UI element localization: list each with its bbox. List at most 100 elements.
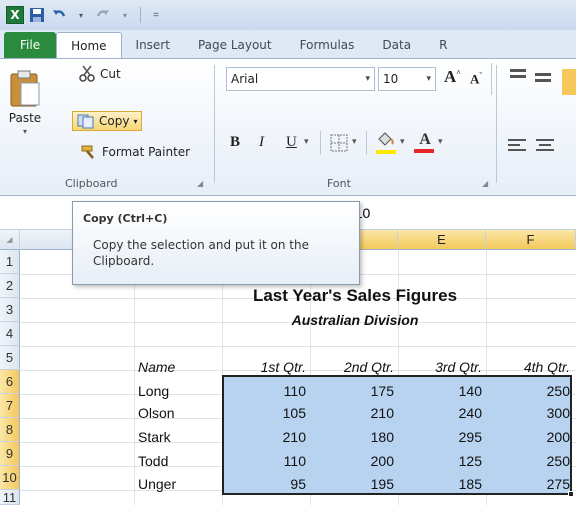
row-header-6[interactable]: 6 (0, 370, 20, 394)
fill-color-dropdown-icon[interactable]: ▾ (400, 137, 405, 147)
cell-value[interactable]: 210 (222, 425, 310, 449)
align-center-icon[interactable] (536, 139, 554, 151)
row-header-4[interactable]: 4 (0, 322, 20, 346)
row-header-8[interactable]: 8 (0, 418, 20, 442)
tab-home[interactable]: Home (56, 32, 122, 58)
cell-name[interactable]: Stark (138, 425, 222, 449)
quick-access-toolbar: X ▾ ▾ = (0, 0, 576, 30)
cut-button[interactable]: Cut (78, 65, 121, 83)
fill-color-button[interactable] (376, 131, 398, 155)
underline-button[interactable]: U (286, 134, 297, 151)
row-header-1[interactable]: 1 (0, 250, 20, 274)
tab-insert[interactable]: Insert (122, 32, 184, 58)
font-size-select[interactable]: 10 ▾ (378, 67, 436, 91)
paste-button[interactable]: Paste ▾ (8, 69, 42, 136)
font-color-dropdown-icon[interactable]: ▾ (438, 137, 443, 147)
formula-input[interactable]: 110 (348, 202, 576, 224)
tab-data[interactable]: Data (368, 32, 425, 58)
row-header-5[interactable]: 5 (0, 346, 20, 370)
copy-dropdown-icon[interactable]: ▾ (133, 117, 137, 126)
column-header-e[interactable]: E (398, 230, 486, 250)
underline-dropdown-icon[interactable]: ▾ (304, 137, 309, 147)
cell-value[interactable]: 200 (310, 449, 398, 473)
tab-page-layout[interactable]: Page Layout (184, 32, 286, 58)
grow-font-button[interactable]: A^ (444, 67, 461, 87)
gridline (20, 346, 576, 347)
select-all-corner[interactable]: ◢ (0, 230, 20, 250)
font-name-select[interactable]: Arial ▾ (226, 67, 375, 91)
cell-value[interactable]: 95 (222, 472, 310, 496)
cell-value[interactable]: 275 (486, 472, 574, 496)
cell-value[interactable]: 300 (486, 401, 574, 425)
sheet-subtitle: Australian Division (291, 312, 419, 328)
cell-value[interactable]: 125 (398, 449, 486, 473)
borders-icon[interactable] (330, 134, 348, 152)
cell-value[interactable]: 295 (398, 425, 486, 449)
cell-value[interactable]: 175 (310, 379, 398, 403)
wrap-text-icon[interactable] (562, 69, 576, 95)
align-top-icon[interactable] (510, 69, 526, 78)
align-middle-icon[interactable] (535, 73, 551, 82)
excel-logo-icon[interactable]: X (6, 6, 24, 24)
sheet-title: Last Year's Sales Figures (252, 286, 458, 305)
font-launcher-icon[interactable]: ◢ (482, 179, 488, 188)
paste-dropdown-icon[interactable]: ▾ (23, 127, 27, 136)
cell-value[interactable]: 105 (222, 401, 310, 425)
row-header-11[interactable]: 11 (0, 490, 20, 505)
cell-value[interactable]: 250 (486, 379, 574, 403)
cell-name[interactable]: Long (138, 379, 222, 403)
row-header-10[interactable]: 10 (0, 466, 20, 490)
cell-value[interactable]: 210 (310, 401, 398, 425)
row-header-7[interactable]: 7 (0, 394, 20, 418)
cell-value[interactable]: 195 (310, 472, 398, 496)
font-name-dropdown-icon[interactable]: ▾ (365, 74, 374, 84)
format-painter-button[interactable]: Format Painter (80, 144, 190, 160)
undo-icon[interactable] (50, 6, 68, 24)
shrink-font-button[interactable]: Aˇ (470, 71, 482, 87)
font-size-dropdown-icon[interactable]: ▾ (426, 74, 435, 84)
clipboard-launcher-icon[interactable]: ◢ (197, 179, 203, 188)
cell-name[interactable]: Todd (138, 449, 222, 473)
tooltip-body: Copy the selection and put it on the Cli… (93, 238, 309, 268)
format-painter-label: Format Painter (102, 145, 191, 159)
cell-value[interactable]: 240 (398, 401, 486, 425)
cell-name[interactable]: Unger (138, 472, 222, 496)
column-header-f[interactable]: F (486, 230, 576, 250)
font-color-button[interactable]: A (414, 131, 436, 155)
header-name[interactable]: Name (138, 355, 222, 379)
toolbar-divider (140, 7, 141, 23)
row-header-2[interactable]: 2 (0, 274, 20, 298)
redo-dropdown-icon[interactable]: ▾ (116, 6, 134, 24)
bold-button[interactable]: B (230, 134, 240, 151)
copy-button[interactable]: Copy ▾ (72, 111, 143, 131)
header-q2[interactable]: 2nd Qtr. (310, 355, 398, 379)
cell-value[interactable]: 140 (398, 379, 486, 403)
group-divider (320, 131, 321, 155)
cell-value[interactable]: 180 (310, 425, 398, 449)
cell-name[interactable]: Olson (138, 401, 222, 425)
save-icon[interactable] (28, 6, 46, 24)
cell-value[interactable]: 110 (222, 449, 310, 473)
cut-label: Cut (100, 67, 121, 81)
tab-file[interactable]: File (4, 32, 57, 58)
copy-icon (77, 114, 94, 129)
group-divider (496, 65, 497, 183)
customize-icon[interactable]: = (147, 6, 165, 24)
italic-button[interactable]: I (259, 134, 264, 151)
redo-icon[interactable] (94, 6, 112, 24)
cell-value[interactable]: 185 (398, 472, 486, 496)
cell-value[interactable]: 250 (486, 449, 574, 473)
tab-formulas[interactable]: Formulas (286, 32, 369, 58)
align-left-icon[interactable] (508, 139, 526, 151)
header-q4[interactable]: 4th Qtr. (486, 355, 574, 379)
header-q1[interactable]: 1st Qtr. (222, 355, 310, 379)
cell-value[interactable]: 110 (222, 379, 310, 403)
cell-value[interactable]: 200 (486, 425, 574, 449)
row-header-3[interactable]: 3 (0, 298, 20, 322)
tab-review[interactable]: R (425, 32, 461, 58)
borders-dropdown-icon[interactable]: ▾ (352, 137, 357, 147)
row-header-9[interactable]: 9 (0, 442, 20, 466)
undo-dropdown-icon[interactable]: ▾ (72, 6, 90, 24)
copy-tooltip: Copy (Ctrl+C) Copy the selection and put… (72, 201, 360, 285)
header-q3[interactable]: 3rd Qtr. (398, 355, 486, 379)
